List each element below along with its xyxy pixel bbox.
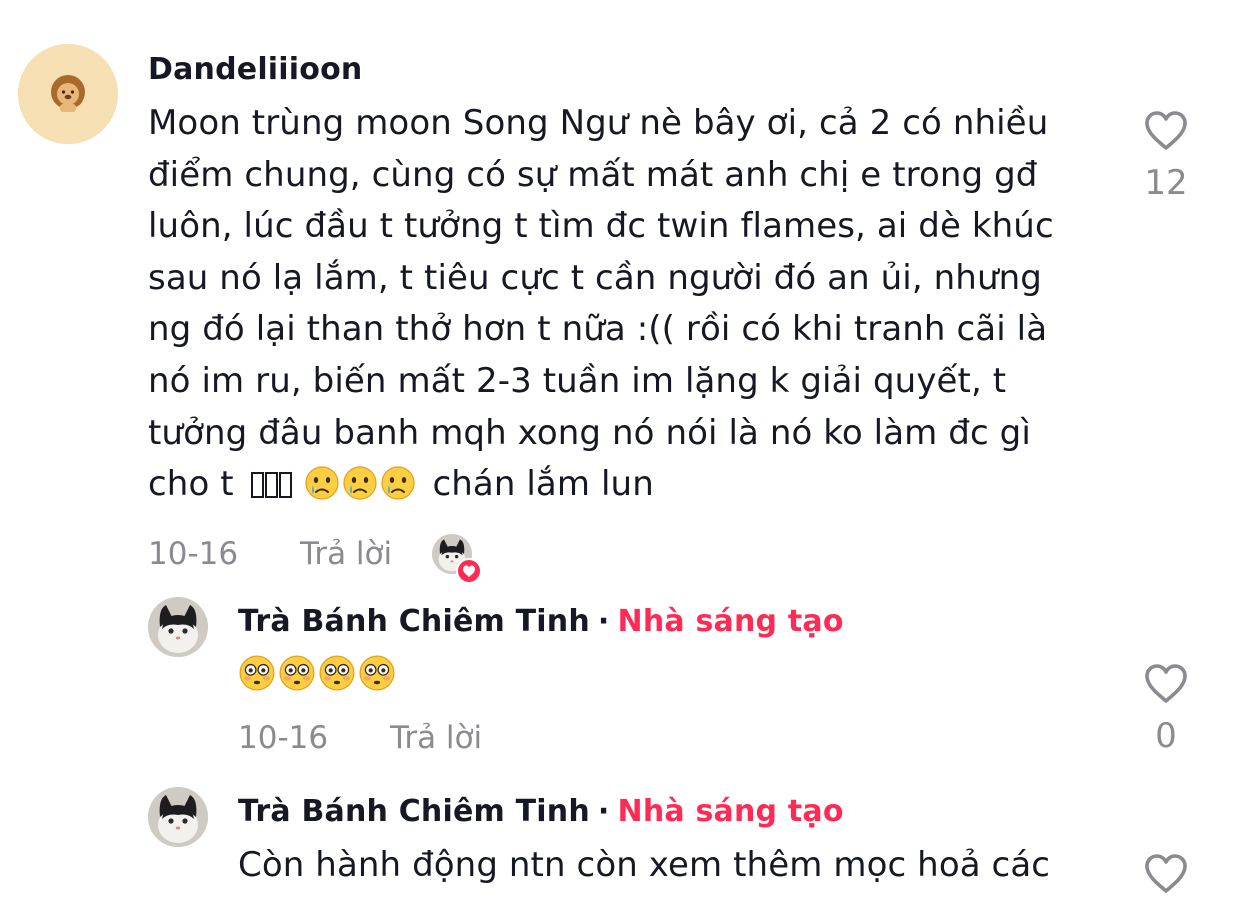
comment-date: 10-16	[148, 536, 239, 572]
comment-username[interactable]: Dandeliiioon	[148, 52, 362, 87]
reply-username-row: Trà Bánh Chiêm Tinh · Nhà sáng tạo	[238, 794, 844, 829]
like-count: 0	[1155, 716, 1177, 756]
comment-text-suffix: chán lắm lun	[432, 464, 654, 505]
reply-text: Còn hành động ntn còn xem thêm mọc hoả c…	[238, 840, 1050, 892]
creator-badge: Nhà sáng tạo	[617, 604, 844, 639]
comment-text-line: tưởng đâu banh mqh xong nó nói là nó ko …	[148, 412, 1031, 453]
heart-outline-icon	[1142, 660, 1190, 708]
like-button[interactable]	[1136, 850, 1196, 898]
reply-text-line: Còn hành động ntn còn xem thêm mọc hoả c…	[238, 845, 1051, 885]
comment-text-line: luôn, lúc đầu t tưởng t tìm đc twin flam…	[148, 206, 1054, 247]
reply-username[interactable]: Trà Bánh Chiêm Tinh	[238, 604, 590, 639]
separator: ·	[597, 794, 610, 829]
reply-meta: 10-16 Trả lời	[238, 720, 482, 756]
comment-text-line: sau nó lạ lắm, t tiêu cực t cần người đó…	[148, 257, 1042, 298]
missing-glyph-icon	[250, 464, 304, 504]
reply-date: 10-16	[238, 720, 329, 756]
comment-text-line: điểm chung, cùng có sự mất mát anh chị e…	[148, 154, 1038, 195]
separator: ·	[597, 604, 610, 639]
crying-face-emoji	[304, 465, 340, 501]
comment-text-prefix: cho t	[148, 464, 234, 505]
heart-icon	[456, 558, 482, 584]
flushed-face-emoji	[358, 654, 396, 692]
comment-text-line: nó im ru, biến mất 2-3 tuần im lặng k gi…	[148, 360, 1007, 401]
comment-meta: 10-16 Trả lời	[148, 536, 392, 572]
avatar[interactable]	[148, 597, 208, 657]
like-count: 12	[1144, 163, 1188, 203]
like-button[interactable]: 12	[1136, 107, 1196, 203]
flushed-face-emoji	[318, 654, 356, 692]
heart-outline-icon	[1142, 107, 1190, 155]
like-button[interactable]: 0	[1136, 660, 1196, 756]
comment-text: Moon trùng moon Song Ngư nè bây ơi, cả 2…	[148, 98, 1054, 511]
avatar[interactable]	[148, 787, 208, 847]
reply-text	[238, 650, 398, 702]
reply-username-row: Trà Bánh Chiêm Tinh · Nhà sáng tạo	[238, 604, 844, 639]
crying-face-emoji	[342, 465, 378, 501]
crying-face-emoji	[380, 465, 416, 501]
comment-text-line: Moon trùng moon Song Ngư nè bây ơi, cả 2…	[148, 103, 1049, 143]
avatar[interactable]	[18, 44, 118, 144]
flushed-face-emoji	[238, 654, 276, 692]
flushed-face-emoji	[278, 654, 316, 692]
heart-outline-icon	[1142, 850, 1190, 898]
reply-button[interactable]: Trả lời	[300, 536, 392, 572]
comment-text-last-line: cho t chán lắm lun	[148, 459, 1054, 511]
creator-badge: Nhà sáng tạo	[617, 794, 844, 829]
reply-username[interactable]: Trà Bánh Chiêm Tinh	[238, 794, 590, 829]
comment-text-line: ng đó lại than thở hơn t nữa :(( rồi có …	[148, 309, 1048, 350]
reply-button[interactable]: Trả lời	[390, 720, 482, 756]
